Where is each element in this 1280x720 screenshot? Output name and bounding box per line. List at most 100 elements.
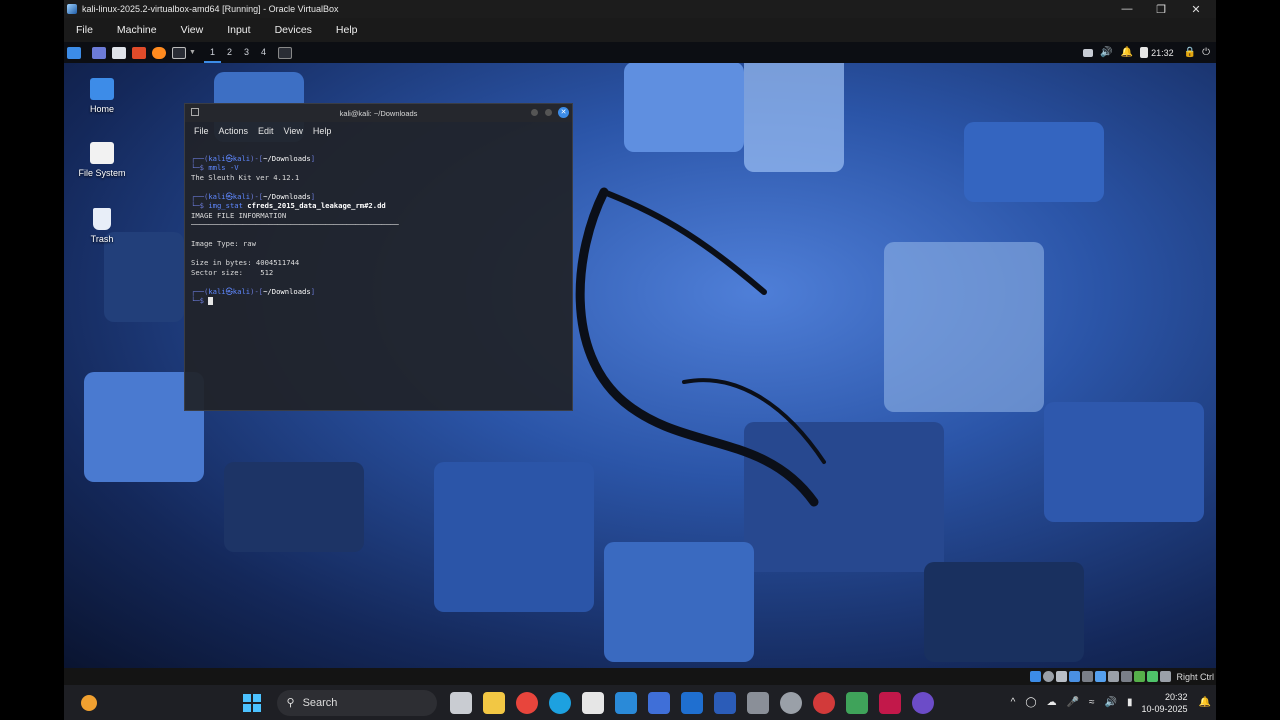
workspace-1[interactable]: 1 bbox=[203, 42, 221, 63]
speaker-icon[interactable]: 🔊 bbox=[1105, 697, 1117, 708]
word-icon[interactable] bbox=[714, 691, 736, 714]
maximize-icon[interactable] bbox=[545, 109, 552, 116]
vbox-window-title: kali-linux-2025.2-virtualbox-amd64 [Runn… bbox=[82, 4, 339, 14]
volume-icon[interactable]: 🔊 bbox=[1100, 47, 1112, 58]
lock-icon[interactable]: 🔒 bbox=[1184, 47, 1196, 58]
menu-machine[interactable]: Machine bbox=[105, 18, 169, 42]
notifications-icon[interactable]: 🔔 bbox=[1199, 697, 1211, 708]
minimize-icon[interactable]: — bbox=[1110, 0, 1144, 18]
virtualbox-logo-icon bbox=[67, 4, 77, 14]
media-player-icon[interactable] bbox=[912, 691, 934, 714]
wallpaper-cube bbox=[1044, 402, 1204, 522]
microphone-icon[interactable]: 🎤 bbox=[1067, 697, 1079, 708]
output-line: Size in bytes: 4004511744 bbox=[191, 258, 300, 267]
taskbar-terminal-icon[interactable] bbox=[278, 46, 292, 59]
taskbar-clock[interactable]: 20:32 10-09-2025 bbox=[1142, 691, 1188, 715]
chevron-down-icon[interactable]: ▼ bbox=[189, 49, 196, 56]
usb-icon[interactable] bbox=[1082, 671, 1094, 682]
app-icon[interactable] bbox=[813, 691, 835, 714]
terminal-title: kali@kali: ~/Downloads bbox=[339, 108, 418, 118]
menu-devices[interactable]: Devices bbox=[263, 18, 324, 42]
mail-icon[interactable] bbox=[648, 691, 670, 714]
virtualbox-taskbar-icon[interactable] bbox=[879, 691, 901, 714]
network-app-icon[interactable]: ◯ bbox=[1025, 697, 1036, 708]
desktop-trash[interactable]: Trash bbox=[64, 208, 140, 244]
menu-help[interactable]: Help bbox=[324, 18, 370, 42]
workspace-4[interactable]: 4 bbox=[255, 42, 272, 63]
notification-bell-icon[interactable]: 🔔 bbox=[1121, 47, 1133, 58]
terminal-menu-file[interactable]: File bbox=[189, 126, 214, 136]
cursor-icon bbox=[208, 297, 214, 305]
menu-view[interactable]: View bbox=[169, 18, 216, 42]
output-rule: ────────────────────────────────────────… bbox=[191, 220, 399, 229]
vbox-menubar: File Machine View Input Devices Help bbox=[64, 18, 1216, 42]
terminal-titlebar[interactable]: kali@kali: ~/Downloads ✕ bbox=[185, 104, 572, 122]
hard-disk-icon[interactable] bbox=[1030, 671, 1042, 682]
menu-input[interactable]: Input bbox=[215, 18, 262, 42]
vt-x-icon[interactable] bbox=[1134, 671, 1146, 682]
desktop-icon-label: File System bbox=[78, 168, 126, 178]
mouse-integration-icon[interactable] bbox=[1147, 671, 1159, 682]
store-icon[interactable] bbox=[582, 691, 604, 714]
outlook-icon[interactable] bbox=[681, 691, 703, 714]
file-explorer-icon[interactable] bbox=[483, 691, 505, 714]
workspace-2[interactable]: 2 bbox=[221, 42, 238, 63]
display-icon[interactable] bbox=[1083, 48, 1094, 57]
kali-clock[interactable]: 21:32 bbox=[1151, 48, 1174, 58]
output-line: Image Type: raw bbox=[191, 239, 256, 248]
excel-like-icon[interactable] bbox=[846, 691, 868, 714]
shared-folders-icon[interactable] bbox=[1095, 671, 1107, 682]
chrome-icon[interactable] bbox=[516, 691, 538, 714]
taskbar-time: 20:32 bbox=[1165, 691, 1188, 702]
desktop-file-system[interactable]: File System bbox=[64, 142, 140, 178]
terminal-menu-edit[interactable]: Edit bbox=[253, 126, 279, 136]
windows-start-icon[interactable] bbox=[241, 692, 263, 714]
weather-widget-icon[interactable] bbox=[78, 692, 100, 714]
wallpaper-cube bbox=[604, 542, 754, 662]
vscode-icon[interactable] bbox=[615, 691, 637, 714]
close-icon[interactable]: ✕ bbox=[558, 107, 569, 118]
terminal-menu-actions[interactable]: Actions bbox=[214, 126, 254, 136]
wifi-icon[interactable]: ≈ bbox=[1089, 697, 1095, 708]
terminal-window[interactable]: kali@kali: ~/Downloads ✕ File Actions Ed… bbox=[184, 103, 573, 411]
kali-top-panel: ▼ 1 2 3 4 🔊 🔔 21:32 🔒 ⏻ bbox=[64, 42, 1216, 63]
optical-drive-icon[interactable] bbox=[1043, 671, 1055, 682]
terminal-menubar: File Actions Edit View Help bbox=[185, 122, 572, 140]
power-icon[interactable]: ⏻ bbox=[1202, 47, 1210, 58]
network-icon[interactable] bbox=[1069, 671, 1081, 682]
menu-file[interactable]: File bbox=[64, 18, 105, 42]
task-view-icon[interactable] bbox=[450, 691, 472, 714]
terminal-launcher-icon[interactable] bbox=[172, 46, 186, 59]
terminal-output[interactable]: ┌──(kali㉿kali)-[~/Downloads] └─$ mmls -V… bbox=[185, 140, 572, 310]
battery-icon[interactable]: ▮ bbox=[1127, 697, 1133, 708]
wallpaper-cube bbox=[964, 122, 1104, 202]
keyboard-icon[interactable] bbox=[1160, 671, 1172, 682]
edge-icon[interactable] bbox=[549, 691, 571, 714]
file-manager-icon[interactable] bbox=[112, 46, 126, 59]
firefox-icon[interactable] bbox=[152, 46, 166, 59]
paint-icon[interactable] bbox=[747, 691, 769, 714]
show-desktop-icon[interactable] bbox=[92, 46, 106, 59]
workspace-3[interactable]: 3 bbox=[238, 42, 255, 63]
minimize-icon[interactable] bbox=[531, 109, 538, 116]
battery-icon[interactable] bbox=[1140, 47, 1149, 58]
settings-gear-icon[interactable] bbox=[780, 691, 802, 714]
display-icon[interactable] bbox=[1108, 671, 1120, 682]
windows-taskbar: ⚲ Search ^ ◯ ☁ 🎤 ≈ 🔊 ▮ 20:32 10-09-2025 bbox=[64, 685, 1216, 720]
text-editor-icon[interactable] bbox=[132, 46, 146, 59]
close-icon[interactable]: ✕ bbox=[1179, 0, 1213, 18]
terminal-menu-view[interactable]: View bbox=[279, 126, 308, 136]
prompt-line: ┌──(kali㉿kali)-[~/Downloads] bbox=[191, 191, 316, 201]
terminal-menu-help[interactable]: Help bbox=[308, 126, 337, 136]
chevron-up-icon[interactable]: ^ bbox=[1011, 697, 1016, 708]
desktop-home[interactable]: Home bbox=[64, 78, 140, 114]
virtualbox-window: kali-linux-2025.2-virtualbox-amd64 [Runn… bbox=[64, 0, 1216, 720]
desktop-icon-label: Trash bbox=[90, 234, 114, 244]
recording-icon[interactable] bbox=[1121, 671, 1133, 682]
kali-menu-icon[interactable] bbox=[67, 46, 81, 59]
audio-icon[interactable] bbox=[1056, 671, 1068, 682]
onedrive-icon[interactable]: ☁ bbox=[1047, 697, 1057, 708]
restore-icon[interactable]: ❐ bbox=[1144, 0, 1178, 18]
taskbar-search-box[interactable]: ⚲ Search bbox=[276, 689, 437, 716]
terminal-app-icon bbox=[191, 108, 199, 116]
